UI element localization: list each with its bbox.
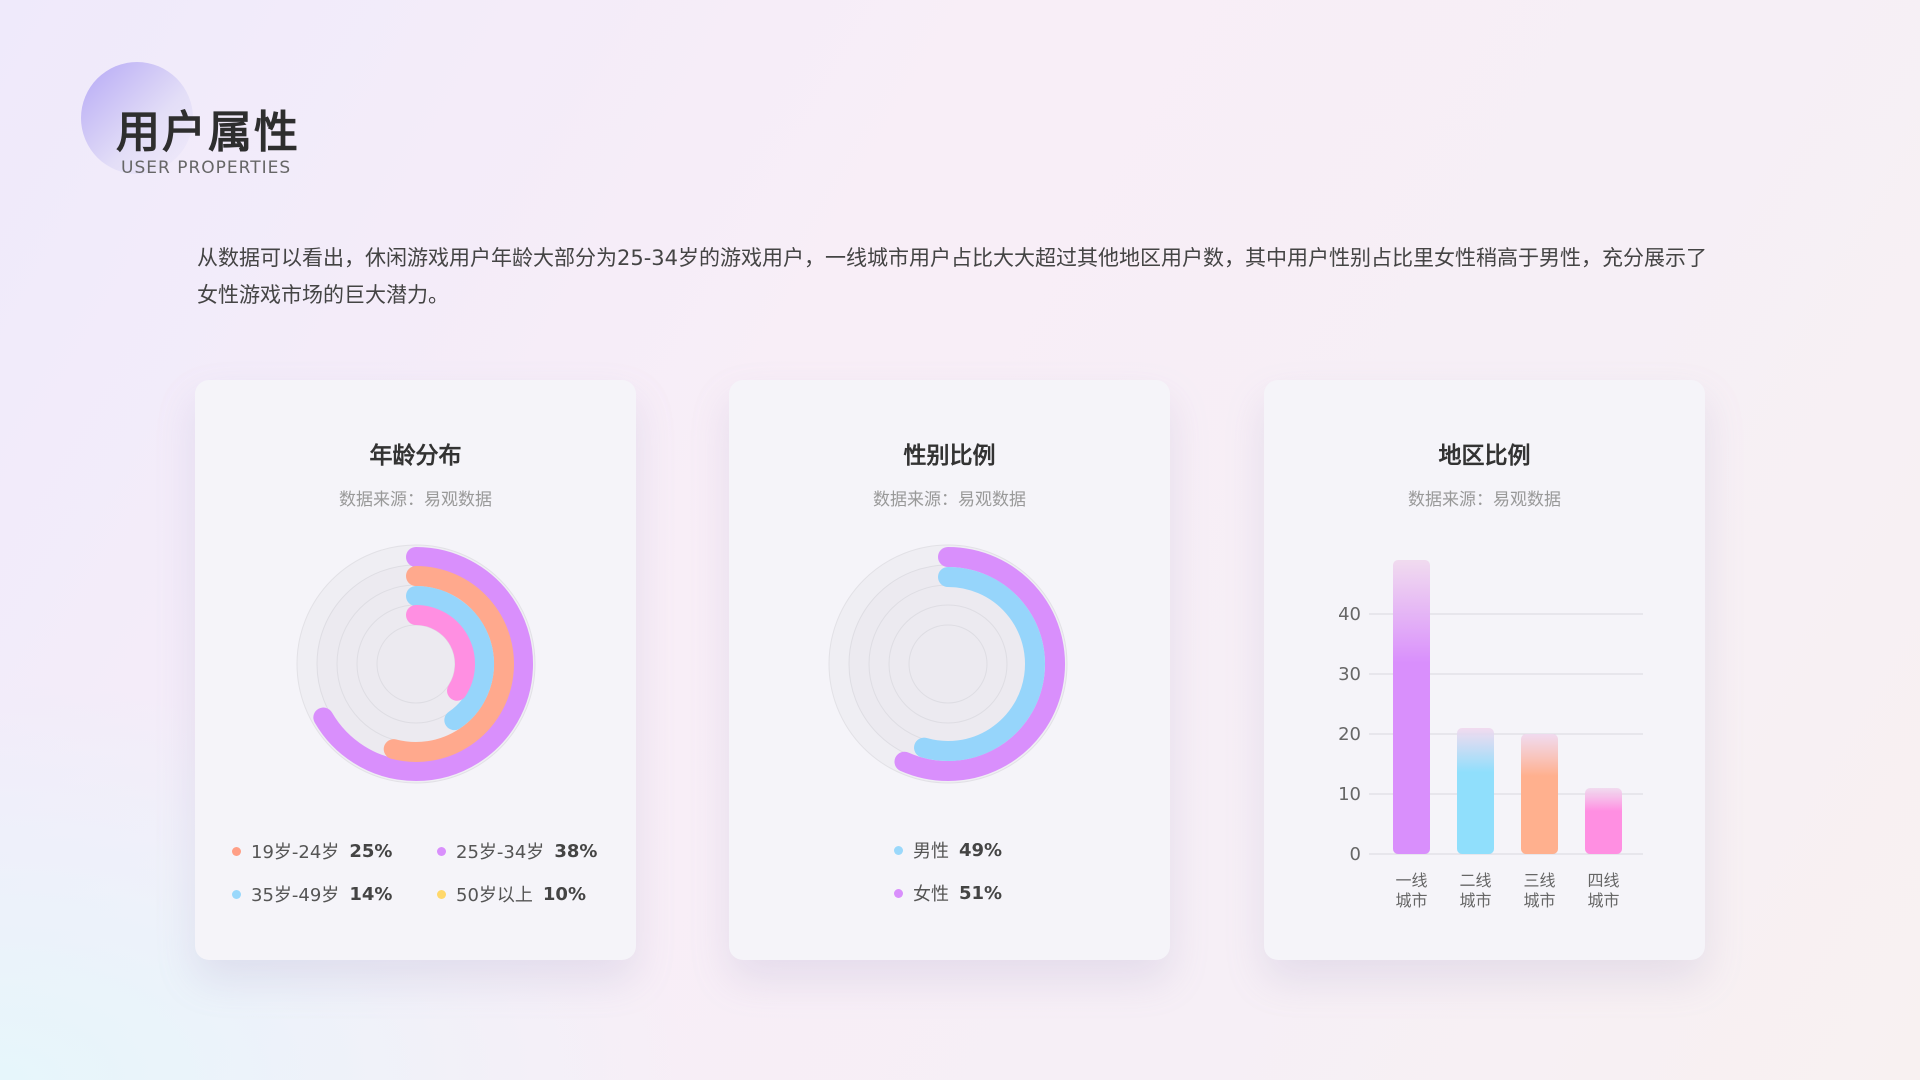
- x-tick-label: 四线: [1587, 871, 1619, 890]
- age-legend-item: 19岁-24岁 25%: [232, 838, 392, 864]
- age-legend-item: 25岁-34岁 38%: [437, 838, 597, 864]
- x-tick-label: 二线: [1459, 871, 1491, 890]
- legend-label: 25岁-34岁: [456, 842, 545, 863]
- bar-4: [1585, 788, 1622, 854]
- legend-label: 19岁-24岁: [251, 842, 340, 863]
- radial-grid-ring: [376, 624, 456, 704]
- legend-label: 35岁-49岁: [251, 885, 340, 906]
- legend-label: 男性: [913, 841, 949, 862]
- bar-1: [1393, 560, 1430, 854]
- x-tick-label: 三线: [1523, 871, 1555, 890]
- age-legend-item: 50岁以上 10%: [437, 881, 586, 907]
- y-tick-label: 10: [1338, 784, 1361, 805]
- x-tick-label: 城市: [1459, 891, 1491, 910]
- legend-value: 25%: [349, 840, 393, 862]
- x-tick-label: 一线: [1395, 871, 1427, 890]
- legend-dot-icon: [894, 845, 903, 855]
- y-tick-label: 30: [1338, 664, 1361, 685]
- y-tick-label: 20: [1338, 724, 1361, 745]
- gender-legend-item: 男性 49%: [894, 837, 1002, 863]
- y-tick-label: 40: [1338, 604, 1361, 625]
- legend-dot-icon: [232, 889, 241, 899]
- legend-value: 49%: [959, 839, 1003, 861]
- legend-value: 10%: [542, 883, 586, 905]
- legend-dot-icon: [437, 889, 446, 899]
- legend-label: 50岁以上: [456, 885, 533, 906]
- bar-2: [1457, 728, 1494, 854]
- gender-legend-item: 女性 51%: [894, 880, 1002, 906]
- legend-value: 14%: [349, 883, 393, 905]
- y-tick-label: 0: [1350, 844, 1361, 865]
- legend-label: 女性: [913, 884, 949, 905]
- bar-3: [1521, 734, 1558, 854]
- legend-dot-icon: [232, 846, 241, 856]
- legend-dot-icon: [437, 846, 446, 856]
- legend-dot-icon: [894, 888, 903, 898]
- age-legend-item: 35岁-49岁 14%: [232, 881, 392, 907]
- x-tick-label: 城市: [1587, 891, 1619, 910]
- legend-value: 38%: [554, 840, 598, 862]
- legend-value: 51%: [959, 882, 1003, 904]
- radial-grid-ring: [908, 624, 988, 704]
- x-tick-label: 城市: [1395, 891, 1427, 910]
- x-tick-label: 城市: [1523, 891, 1555, 910]
- charts-layer: 010203040一线城市二线城市三线城市四线城市: [296, 544, 1643, 910]
